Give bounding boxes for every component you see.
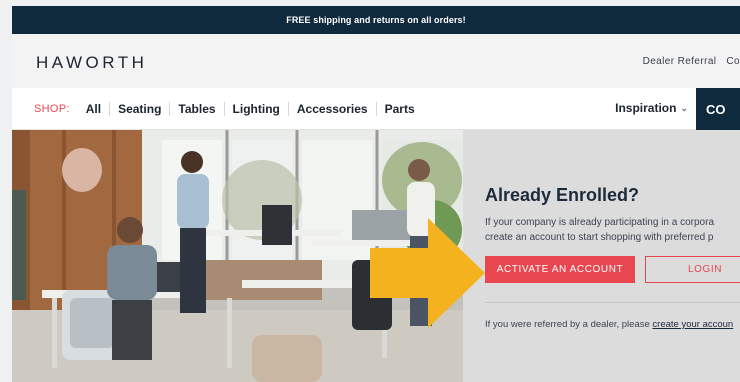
panel-description-line-1: If your company is already participating… xyxy=(485,217,715,228)
nav-item-tables[interactable]: Tables xyxy=(169,101,223,116)
main-nav: SHOP: All Seating Tables Lighting Access… xyxy=(12,88,740,130)
nav-item-accessories[interactable]: Accessories xyxy=(287,101,376,116)
create-account-link[interactable]: create your accoun xyxy=(652,319,733,330)
referral-text: If you were referred by a dealer, please… xyxy=(485,319,733,330)
panel-divider xyxy=(485,302,740,303)
top-link-co[interactable]: Co xyxy=(726,56,740,67)
login-button[interactable]: LOGIN xyxy=(645,256,740,283)
nav-item-lighting[interactable]: Lighting xyxy=(223,101,288,116)
nav-item-all[interactable]: All xyxy=(78,102,109,116)
panel-description-line-2: create an account to start shopping with… xyxy=(485,232,714,243)
contact-button-label: CO xyxy=(706,101,726,117)
nav-item-parts[interactable]: Parts xyxy=(375,101,423,116)
promo-banner: FREE shipping and returns on all orders! xyxy=(12,6,740,34)
haworth-logo[interactable]: HAWORTH xyxy=(36,53,147,73)
shop-label: SHOP: xyxy=(34,102,70,115)
contact-button[interactable]: CO xyxy=(696,88,740,130)
activate-account-button[interactable]: ACTIVATE AN ACCOUNT xyxy=(485,256,635,283)
panel-description: If your company is already participating… xyxy=(485,215,740,245)
referral-prefix: If you were referred by a dealer, please xyxy=(485,319,653,330)
enroll-panel: Already Enrolled? If your company is alr… xyxy=(463,130,740,382)
promo-text: FREE shipping and returns on all orders! xyxy=(286,15,466,25)
dealer-referral-link[interactable]: Dealer Referral xyxy=(643,56,717,67)
site-header: HAWORTH Dealer Referral Co xyxy=(12,34,740,88)
nav-item-seating[interactable]: Seating xyxy=(109,101,169,116)
arrow-right-icon xyxy=(370,218,485,328)
panel-title: Already Enrolled? xyxy=(485,185,640,205)
chevron-down-icon: ⌄ xyxy=(680,102,688,113)
top-links: Dealer Referral Co xyxy=(643,56,740,67)
inspiration-label: Inspiration xyxy=(615,101,677,115)
nav-item-inspiration[interactable]: Inspiration ⌄ xyxy=(615,101,688,115)
